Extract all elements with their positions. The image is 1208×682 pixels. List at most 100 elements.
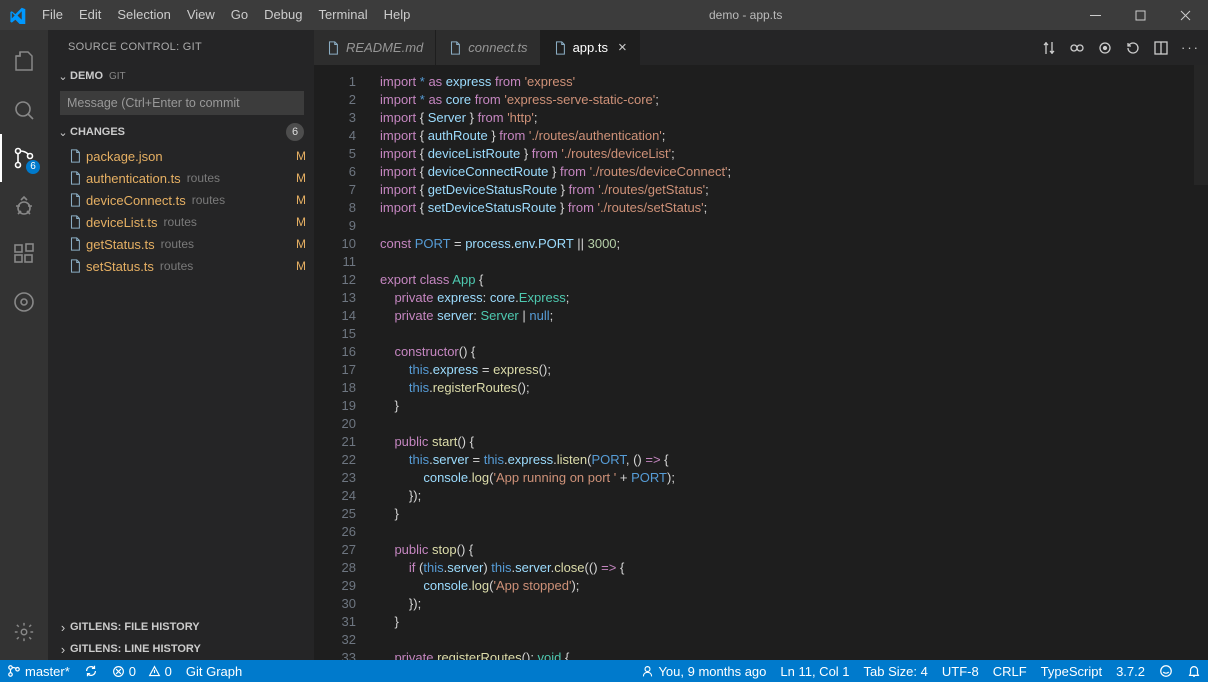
code-editor[interactable]: 1234567891011121314151617181920212223242… bbox=[314, 65, 1208, 660]
split-icon[interactable] bbox=[1153, 40, 1169, 56]
code-line[interactable]: private express: core.Express; bbox=[380, 289, 1208, 307]
file-icon bbox=[326, 41, 340, 55]
minimize-icon[interactable] bbox=[1073, 0, 1118, 30]
code-line[interactable] bbox=[380, 631, 1208, 649]
code-line[interactable]: } bbox=[380, 397, 1208, 415]
notifications-icon[interactable] bbox=[1180, 660, 1208, 682]
code-line[interactable]: public start() { bbox=[380, 433, 1208, 451]
code-line[interactable]: export class App { bbox=[380, 271, 1208, 289]
changed-file[interactable]: setStatus.tsroutesM bbox=[48, 255, 314, 277]
git-graph[interactable]: Git Graph bbox=[179, 660, 249, 682]
code-line[interactable]: } bbox=[380, 505, 1208, 523]
code-line[interactable] bbox=[380, 325, 1208, 343]
debug-icon[interactable] bbox=[0, 182, 48, 230]
settings-gear-icon[interactable] bbox=[0, 612, 48, 652]
commit-message-input[interactable] bbox=[60, 91, 304, 115]
editor-tab[interactable]: app.ts× bbox=[541, 30, 640, 65]
git-branch[interactable]: master* bbox=[0, 660, 77, 682]
close-icon[interactable]: × bbox=[618, 39, 627, 56]
code-line[interactable]: const PORT = process.env.PORT || 3000; bbox=[380, 235, 1208, 253]
compare-icon[interactable] bbox=[1041, 40, 1057, 56]
line-number: 10 bbox=[314, 235, 356, 253]
toggle-icon[interactable] bbox=[1097, 40, 1113, 56]
editor-tab[interactable]: README.md bbox=[314, 30, 436, 65]
code-line[interactable]: import { Server } from 'http'; bbox=[380, 109, 1208, 127]
changed-file[interactable]: getStatus.tsroutesM bbox=[48, 233, 314, 255]
source-control-icon[interactable]: 6 bbox=[0, 134, 48, 182]
gitlens-icon[interactable] bbox=[0, 278, 48, 326]
menu-edit[interactable]: Edit bbox=[71, 0, 109, 30]
menu-terminal[interactable]: Terminal bbox=[310, 0, 375, 30]
menu-debug[interactable]: Debug bbox=[256, 0, 310, 30]
open-changes-icon[interactable] bbox=[1069, 40, 1085, 56]
code-line[interactable]: console.log('App stopped'); bbox=[380, 577, 1208, 595]
extensions-icon[interactable] bbox=[0, 230, 48, 278]
code-line[interactable]: import { authRoute } from './routes/auth… bbox=[380, 127, 1208, 145]
line-number: 20 bbox=[314, 415, 356, 433]
close-icon[interactable] bbox=[1163, 0, 1208, 30]
menu-file[interactable]: File bbox=[34, 0, 71, 30]
collapsed-section[interactable]: ›GITLENS: FILE HISTORY bbox=[48, 616, 314, 638]
code-content[interactable]: import * as express from 'express'import… bbox=[370, 65, 1208, 660]
file-path: routes bbox=[192, 193, 225, 207]
code-line[interactable] bbox=[380, 523, 1208, 541]
cursor-position[interactable]: Ln 11, Col 1 bbox=[773, 660, 856, 682]
code-line[interactable] bbox=[380, 253, 1208, 271]
search-icon[interactable] bbox=[0, 86, 48, 134]
menu-view[interactable]: View bbox=[179, 0, 223, 30]
repo-header[interactable]: ⌄ DEMO GIT bbox=[48, 65, 314, 87]
problems[interactable]: 0 0 bbox=[105, 660, 179, 682]
code-line[interactable]: public stop() { bbox=[380, 541, 1208, 559]
line-number: 9 bbox=[314, 217, 356, 235]
explorer-icon[interactable] bbox=[0, 38, 48, 86]
changes-header[interactable]: ⌄ CHANGES 6 bbox=[48, 121, 314, 143]
changed-file[interactable]: package.jsonM bbox=[48, 145, 314, 167]
code-line[interactable] bbox=[380, 415, 1208, 433]
feedback-icon[interactable] bbox=[1152, 660, 1180, 682]
code-line[interactable]: import { deviceConnectRoute } from './ro… bbox=[380, 163, 1208, 181]
code-line[interactable]: }); bbox=[380, 487, 1208, 505]
sidebar: SOURCE CONTROL: GIT ⌄ DEMO GIT ⌄ CHANGES… bbox=[48, 30, 314, 660]
language-mode[interactable]: TypeScript bbox=[1034, 660, 1109, 682]
revert-icon[interactable] bbox=[1125, 40, 1141, 56]
more-icon[interactable]: ··· bbox=[1181, 40, 1200, 55]
changed-file[interactable]: deviceConnect.tsroutesM bbox=[48, 189, 314, 211]
menu-help[interactable]: Help bbox=[376, 0, 419, 30]
ts-version[interactable]: 3.7.2 bbox=[1109, 660, 1152, 682]
code-line[interactable]: private registerRoutes(): void { bbox=[380, 649, 1208, 660]
code-line[interactable]: import { setDeviceStatusRoute } from './… bbox=[380, 199, 1208, 217]
editor-tab[interactable]: connect.ts bbox=[436, 30, 540, 65]
code-line[interactable]: import { deviceListRoute } from './route… bbox=[380, 145, 1208, 163]
changes-count: 6 bbox=[286, 123, 304, 141]
tab-size[interactable]: Tab Size: 4 bbox=[857, 660, 935, 682]
code-line[interactable]: }); bbox=[380, 595, 1208, 613]
eol[interactable]: CRLF bbox=[986, 660, 1034, 682]
collapsed-section[interactable]: ›GITLENS: LINE HISTORY bbox=[48, 638, 314, 660]
code-line[interactable]: console.log('App running on port ' + POR… bbox=[380, 469, 1208, 487]
code-line[interactable]: import * as core from 'express-serve-sta… bbox=[380, 91, 1208, 109]
code-line[interactable]: import { getDeviceStatusRoute } from './… bbox=[380, 181, 1208, 199]
code-line[interactable]: constructor() { bbox=[380, 343, 1208, 361]
blame-annotation[interactable]: You, 9 months ago bbox=[634, 660, 773, 682]
changed-files-list: package.jsonMauthentication.tsroutesMdev… bbox=[48, 143, 314, 279]
line-number: 29 bbox=[314, 577, 356, 595]
code-line[interactable]: if (this.server) this.server.close(() =>… bbox=[380, 559, 1208, 577]
maximize-icon[interactable] bbox=[1118, 0, 1163, 30]
minimap[interactable] bbox=[1194, 65, 1208, 660]
code-line[interactable]: } bbox=[380, 613, 1208, 631]
code-line[interactable]: import * as express from 'express' bbox=[380, 73, 1208, 91]
editor-tabs: README.mdconnect.tsapp.ts× ··· bbox=[314, 30, 1208, 65]
code-line[interactable]: this.server = this.express.listen(PORT, … bbox=[380, 451, 1208, 469]
changed-file[interactable]: authentication.tsroutesM bbox=[48, 167, 314, 189]
encoding[interactable]: UTF-8 bbox=[935, 660, 986, 682]
repo-type: GIT bbox=[109, 71, 126, 82]
code-line[interactable]: this.registerRoutes(); bbox=[380, 379, 1208, 397]
sync-icon[interactable] bbox=[77, 660, 105, 682]
menu-selection[interactable]: Selection bbox=[109, 0, 178, 30]
code-line[interactable]: this.express = express(); bbox=[380, 361, 1208, 379]
line-number: 14 bbox=[314, 307, 356, 325]
menu-go[interactable]: Go bbox=[223, 0, 256, 30]
code-line[interactable]: private server: Server | null; bbox=[380, 307, 1208, 325]
code-line[interactable] bbox=[380, 217, 1208, 235]
changed-file[interactable]: deviceList.tsroutesM bbox=[48, 211, 314, 233]
